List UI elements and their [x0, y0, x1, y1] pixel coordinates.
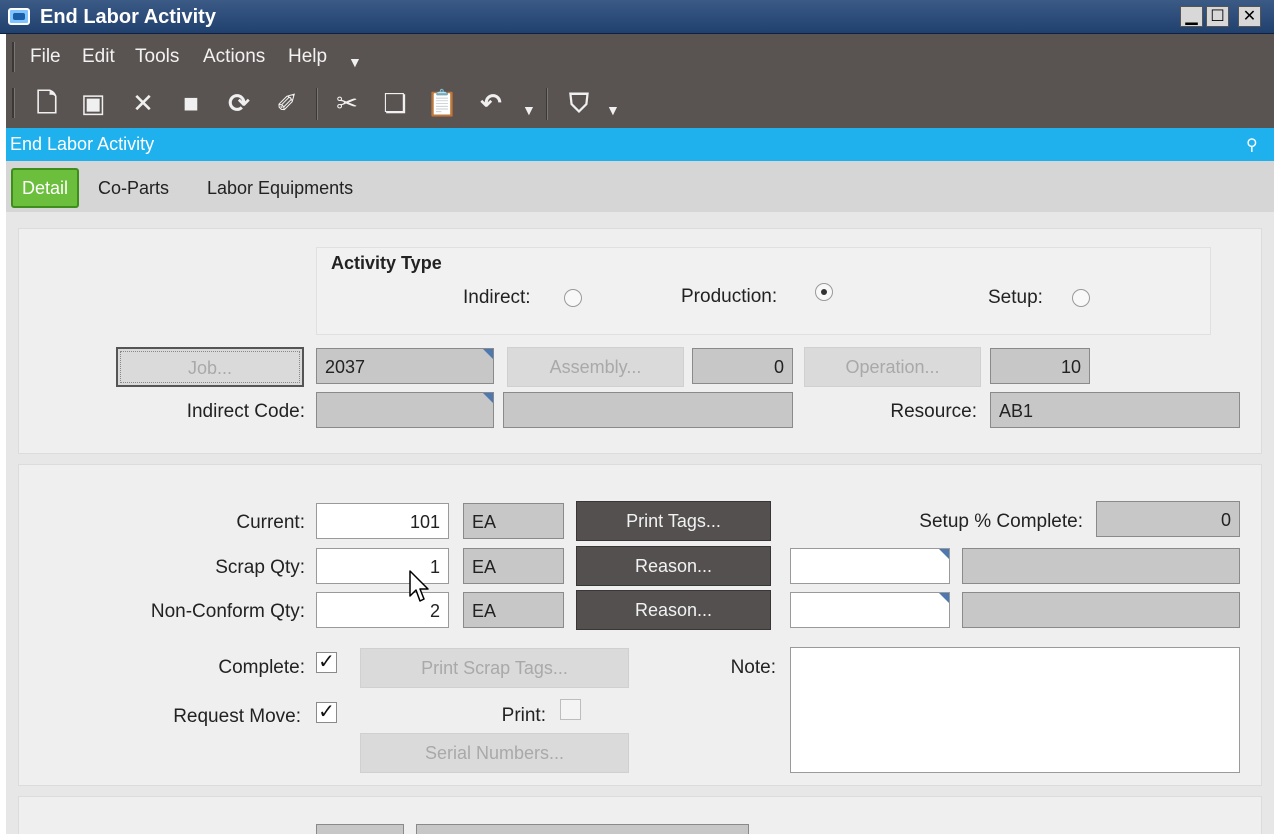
copy-icon[interactable]: ❏ — [380, 88, 410, 118]
setup-radio[interactable] — [1072, 289, 1090, 307]
clear-icon[interactable]: ■ — [176, 88, 206, 118]
resource-label: Resource: — [890, 401, 977, 422]
assembly-button[interactable]: Assembly... — [507, 347, 684, 387]
undo-dropdown-icon[interactable]: ▼ — [522, 102, 536, 118]
undo-icon[interactable]: ↶ — [476, 88, 506, 118]
scrap-uom-field: EA — [463, 548, 564, 584]
request-move-label: Request Move: — [173, 706, 301, 727]
menu-help[interactable]: Help — [288, 46, 327, 68]
toolbar: 🗋 ▣ ✕ ■ ⟳ ✐ ✂ ❏ 📋 ↶ ▼ ⛉ ▼ — [6, 80, 1274, 128]
menu-overflow-icon[interactable]: ▼ — [348, 54, 362, 70]
print-tags-button[interactable]: Print Tags... — [576, 501, 771, 541]
window-title: End Labor Activity — [40, 6, 216, 28]
complete-checkbox[interactable]: ✓ — [316, 652, 337, 673]
scrap-reason-button[interactable]: Reason... — [576, 546, 771, 586]
operation-button[interactable]: Operation... — [804, 347, 981, 387]
setup-label: Setup: — [988, 287, 1043, 308]
scrap-reason-description — [962, 548, 1240, 584]
production-radio[interactable] — [815, 283, 833, 301]
attach-icon[interactable]: ✐ — [272, 88, 302, 118]
indirect-code-field[interactable] — [316, 392, 494, 428]
indirect-label: Indirect: — [463, 287, 531, 308]
refresh-icon[interactable]: ⟳ — [224, 88, 254, 118]
menu-edit[interactable]: Edit — [82, 46, 115, 68]
minimize-button[interactable]: ▁ — [1180, 6, 1203, 27]
nonconform-reason-description — [962, 592, 1240, 628]
maximize-button[interactable]: ☐ — [1206, 6, 1229, 27]
new-icon[interactable]: 🗋 — [32, 88, 62, 118]
menu-actions[interactable]: Actions — [203, 46, 265, 68]
operation-field[interactable]: 10 — [990, 348, 1090, 384]
nonconform-reason-button[interactable]: Reason... — [576, 590, 771, 630]
assembly-field[interactable]: 0 — [692, 348, 793, 384]
print-checkbox[interactable] — [560, 699, 581, 720]
nonconform-qty-label: Non-Conform Qty: — [150, 601, 305, 622]
close-button[interactable]: ✕ — [1238, 6, 1261, 27]
toolbar-separator — [546, 88, 548, 120]
print-scrap-tags-button[interactable]: Print Scrap Tags... — [360, 648, 629, 688]
app-icon — [8, 8, 30, 25]
save-icon[interactable]: ▣ — [78, 88, 108, 118]
indirect-code-label: Indirect Code: — [186, 401, 305, 422]
indirect-radio[interactable] — [564, 289, 582, 307]
paste-icon[interactable]: 📋 — [426, 88, 458, 118]
nonconform-reason-code-input[interactable] — [790, 592, 950, 628]
current-label: Current: — [236, 512, 305, 533]
form-title: End Labor Activity — [10, 134, 155, 154]
job-field[interactable]: 2037 — [316, 348, 494, 384]
tab-co-parts[interactable]: Co-Parts — [89, 168, 178, 208]
search-icon[interactable]: ⛉ — [564, 88, 594, 118]
note-textarea[interactable] — [790, 647, 1240, 773]
activity-type-heading: Activity Type — [331, 253, 442, 273]
form-header: End Labor Activity ⚲ — [6, 128, 1274, 161]
bottom-field-2[interactable] — [416, 824, 749, 834]
tab-labor-equipments[interactable]: Labor Equipments — [198, 168, 362, 208]
toolbar-grip — [12, 88, 15, 118]
job-button[interactable]: Job... — [116, 347, 304, 387]
cut-icon[interactable]: ✂ — [332, 88, 362, 118]
scrap-qty-label: Scrap Qty: — [215, 557, 305, 578]
request-move-checkbox[interactable]: ✓ — [316, 702, 337, 723]
bottom-field-1[interactable] — [316, 824, 404, 834]
print-label: Print: — [501, 705, 546, 726]
indirect-code-description — [503, 392, 793, 428]
setup-complete-field: 0 — [1096, 501, 1240, 537]
setup-complete-label: Setup % Complete: — [919, 511, 1083, 532]
window-titlebar: End Labor Activity ▁ ☐ ✕ — [0, 0, 1274, 34]
menu-tools[interactable]: Tools — [135, 46, 179, 68]
production-label: Production: — [681, 286, 778, 307]
menu-grip — [12, 42, 15, 72]
tab-detail[interactable]: Detail — [11, 168, 80, 208]
nonconform-uom-field: EA — [463, 592, 564, 628]
serial-numbers-button[interactable]: Serial Numbers... — [360, 733, 629, 773]
current-uom-field: EA — [463, 503, 564, 539]
complete-label: Complete: — [218, 657, 305, 678]
menu-bar: File Edit Tools Actions Help ▼ — [6, 34, 1274, 80]
current-qty-input[interactable]: 101 — [316, 503, 449, 539]
toolbar-separator — [316, 88, 318, 120]
resource-field[interactable]: AB1 — [990, 392, 1240, 428]
mouse-cursor-icon — [409, 570, 429, 602]
note-label: Note: — [730, 657, 776, 678]
tab-bar: Detail Co-Parts Labor Equipments — [6, 161, 1274, 212]
pin-icon[interactable]: ⚲ — [1246, 135, 1258, 155]
search-dropdown-icon[interactable]: ▼ — [606, 102, 620, 118]
menu-file[interactable]: File — [30, 46, 61, 68]
delete-icon[interactable]: ✕ — [128, 88, 158, 118]
scrap-reason-code-input[interactable] — [790, 548, 950, 584]
